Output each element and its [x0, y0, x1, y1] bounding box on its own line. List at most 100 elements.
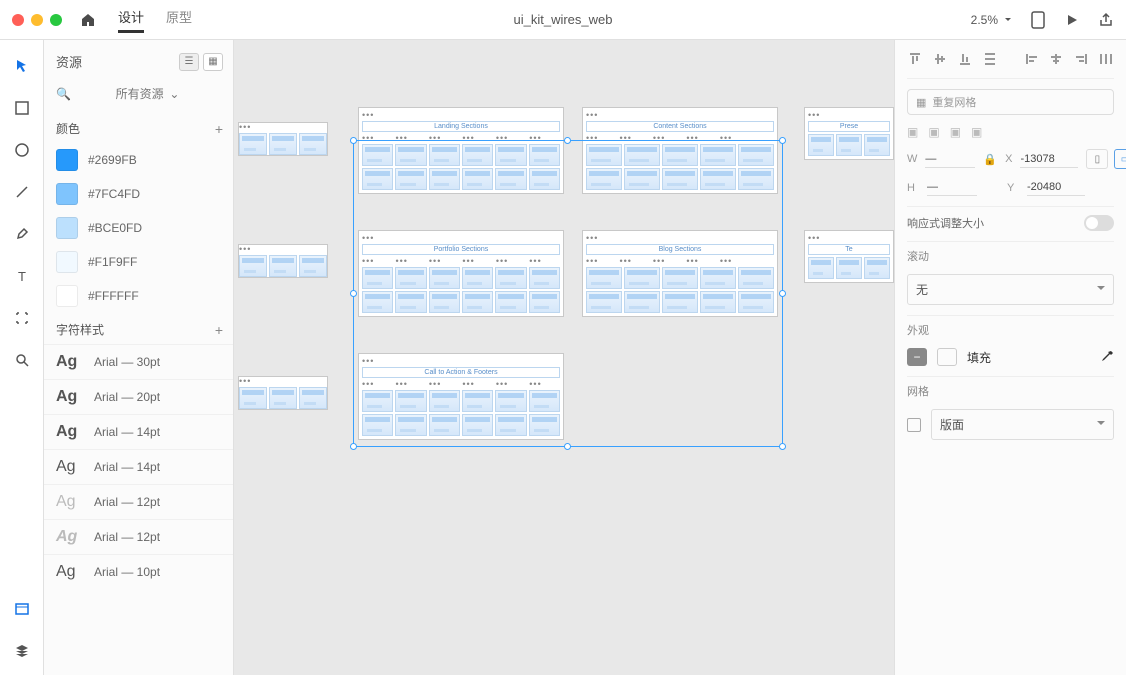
grid-view-icon[interactable]: ▦ [203, 53, 223, 71]
char-style-row[interactable]: AgArial — 20pt [44, 379, 233, 414]
assets-search[interactable]: 🔍 所有资源 ⌄ [44, 79, 233, 112]
tab-prototype[interactable]: 原型 [166, 7, 192, 33]
close-window-button[interactable] [12, 14, 24, 26]
play-icon[interactable] [1064, 12, 1080, 28]
device-preview-icon[interactable] [1030, 12, 1046, 28]
layers-panel-toggle[interactable] [12, 641, 32, 661]
text-tool[interactable]: T [12, 266, 32, 286]
select-tool[interactable] [12, 56, 32, 76]
bool-intersect-icon[interactable]: ▣ [950, 125, 961, 139]
swatch-icon [56, 285, 78, 307]
align-bottom-icon[interactable] [956, 50, 973, 68]
tab-design[interactable]: 设计 [118, 7, 144, 33]
ellipse-tool[interactable] [12, 140, 32, 160]
color-swatch-row[interactable]: #F1F9FF [44, 245, 233, 279]
font-glyph: Ag [56, 388, 84, 406]
y-input[interactable] [1027, 179, 1085, 196]
font-glyph: Ag [56, 423, 84, 441]
properties-panel: ▦ 重复网格 ▣ ▣ ▣ ▣ W 🔒 X ▯ ▭ H Y [894, 40, 1126, 675]
grid-section-label: 网格 [907, 376, 1114, 399]
chevron-down-icon: ⌄ [169, 87, 223, 101]
design-canvas[interactable]: ••• ••• ••• ••• Landing Sections ••• •••… [234, 40, 894, 675]
repeat-grid-button[interactable]: ▦ 重复网格 [907, 89, 1114, 115]
char-style-row[interactable]: AgArial — 10pt [44, 554, 233, 589]
home-icon[interactable] [80, 12, 96, 28]
resize-handle[interactable] [779, 137, 786, 144]
align-left-icon[interactable] [1023, 50, 1040, 68]
bool-subtract-icon[interactable]: ▣ [928, 125, 939, 139]
char-style-row[interactable]: AgArial — 14pt [44, 414, 233, 449]
minimize-window-button[interactable] [31, 14, 43, 26]
distribute-v-icon[interactable] [981, 50, 998, 68]
distribute-h-icon[interactable] [1097, 50, 1114, 68]
char-style-row[interactable]: AgArial — 12pt [44, 484, 233, 519]
share-icon[interactable] [1098, 12, 1114, 28]
color-swatch-row[interactable]: #2699FB [44, 143, 233, 177]
bool-union-icon[interactable]: ▣ [907, 125, 918, 139]
assets-title: 资源 [56, 52, 179, 71]
char-styles-section-header[interactable]: 字符样式 + [44, 313, 233, 344]
scroll-section-label: 滚动 [907, 241, 1114, 264]
assets-panel-toggle[interactable] [12, 599, 32, 619]
fill-enabled-indicator[interactable]: − [907, 348, 927, 366]
line-tool[interactable] [12, 182, 32, 202]
swatch-icon [56, 251, 78, 273]
document-title: ui_kit_wires_web [514, 12, 613, 27]
resize-handle[interactable] [350, 443, 357, 450]
repeat-grid-icon: ▦ [916, 96, 926, 109]
resize-handle[interactable] [350, 137, 357, 144]
align-right-icon[interactable] [1073, 50, 1090, 68]
appearance-section-label: 外观 [907, 315, 1114, 338]
pen-tool[interactable] [12, 224, 32, 244]
resize-handle[interactable] [564, 443, 571, 450]
responsive-toggle[interactable] [1084, 215, 1114, 231]
align-vcenter-icon[interactable] [932, 50, 949, 68]
fill-swatch[interactable] [937, 348, 957, 366]
resize-handle[interactable] [564, 137, 571, 144]
colors-section-header[interactable]: 颜色 + [44, 112, 233, 143]
swatch-icon [56, 149, 78, 171]
zoom-control[interactable]: 2.5% [971, 13, 1012, 27]
resize-handle[interactable] [779, 290, 786, 297]
swatch-icon [56, 183, 78, 205]
list-view-icon[interactable]: ☰ [179, 53, 199, 71]
swatch-icon [56, 217, 78, 239]
search-icon: 🔍 [56, 87, 110, 101]
resize-handle[interactable] [779, 443, 786, 450]
x-input[interactable] [1020, 151, 1078, 168]
char-style-row[interactable]: AgArial — 30pt [44, 344, 233, 379]
maximize-window-button[interactable] [50, 14, 62, 26]
eyedropper-icon[interactable] [1100, 350, 1114, 364]
font-glyph: Ag [56, 493, 84, 511]
char-style-row[interactable]: AgArial — 14pt [44, 449, 233, 484]
landscape-icon[interactable]: ▭ [1114, 149, 1126, 169]
color-swatch-row[interactable]: #7FC4FD [44, 177, 233, 211]
rectangle-tool[interactable] [12, 98, 32, 118]
add-color-button[interactable]: + [215, 121, 223, 137]
selection-bounds[interactable] [353, 140, 783, 447]
align-hcenter-icon[interactable] [1048, 50, 1065, 68]
height-input[interactable] [927, 179, 977, 196]
zoom-tool[interactable] [12, 350, 32, 370]
add-style-button[interactable]: + [215, 322, 223, 338]
align-top-icon[interactable] [907, 50, 924, 68]
fill-label: 填充 [967, 349, 991, 366]
width-input[interactable] [925, 151, 975, 168]
tool-strip: T [0, 40, 44, 675]
font-glyph: Ag [56, 528, 84, 546]
lock-aspect-icon[interactable]: 🔒 [983, 153, 997, 166]
font-glyph: Ag [56, 458, 84, 476]
grid-type-dropdown[interactable]: 版面 [931, 409, 1114, 440]
char-style-row[interactable]: AgArial — 12pt [44, 519, 233, 554]
color-swatch-row[interactable]: #FFFFFF [44, 279, 233, 313]
bool-exclude-icon[interactable]: ▣ [971, 125, 982, 139]
font-glyph: Ag [56, 563, 84, 581]
portrait-icon[interactable]: ▯ [1086, 149, 1108, 169]
titlebar: 设计 原型 ui_kit_wires_web 2.5% [0, 0, 1126, 40]
scroll-dropdown[interactable]: 无 [907, 274, 1114, 305]
artboard-tool[interactable] [12, 308, 32, 328]
grid-checkbox[interactable] [907, 418, 921, 432]
color-swatch-row[interactable]: #BCE0FD [44, 211, 233, 245]
window-controls [12, 14, 62, 26]
resize-handle[interactable] [350, 290, 357, 297]
